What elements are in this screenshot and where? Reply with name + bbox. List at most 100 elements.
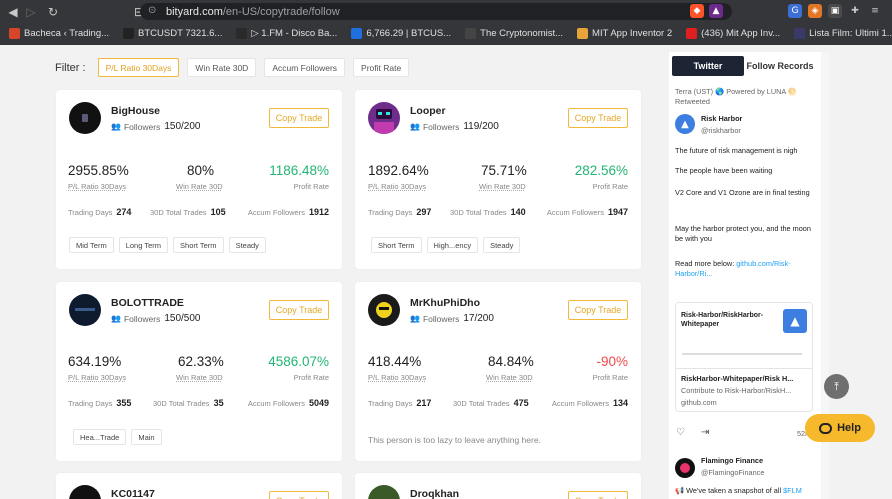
trading-days: Trading Days 355 (68, 398, 132, 408)
copy-trade-button[interactable]: Copy Trade (568, 108, 628, 128)
extensions-puzzle-icon[interactable]: ✚ (848, 4, 862, 18)
tag: Steady (228, 237, 266, 253)
browser-menu-icon[interactable]: ≡ (868, 4, 882, 18)
tweet-text: The people have been waiting (675, 166, 773, 175)
browser-chrome: ◀ ▷ ↻ ⊟ ⊙ bityard.com/en-US/copytrade/fo… (0, 0, 892, 45)
profit-rate-value: 1186.48% (269, 163, 329, 178)
forward-icon[interactable]: ▷ (22, 3, 40, 21)
translate-extension-icon[interactable]: G (788, 4, 802, 18)
filter-chip-pl-ratio[interactable]: P/L Ratio 30Days (97, 58, 180, 77)
pl-ratio-label: P/L Ratio 30Days (368, 373, 427, 382)
users-icon: 👥 (410, 122, 420, 131)
tweet-text: V2 Core and V1 Ozone are in final testin… (675, 188, 810, 197)
avatar (69, 294, 101, 326)
site-info-icon[interactable]: ⊙ (148, 5, 156, 16)
win-rate-label: Win Rate 30D (176, 373, 223, 382)
filter-label: Filter : (55, 61, 86, 74)
link-description: Contribute to Risk-Harbor/RiskH... (681, 386, 792, 395)
flamingo-avatar[interactable] (675, 458, 695, 478)
metamask-extension-icon[interactable]: ◈ (808, 4, 822, 18)
total-trades: 30D Total Trades 140 (450, 207, 526, 217)
like-icon[interactable]: ♡ (676, 427, 685, 438)
total-trades: 30D Total Trades 475 (453, 398, 529, 408)
trader-card: MrKhuPhiDho 👥 Followers 17/200 Copy Trade … (355, 282, 641, 461)
filter-chip-win-rate[interactable]: Win Rate 30D (187, 58, 257, 77)
tag: Hea...Trade (73, 429, 127, 445)
tab-twitter[interactable]: Twitter (672, 56, 744, 76)
share-icon[interactable]: ⇥ (701, 427, 709, 438)
trader-name[interactable]: BOLOTTRADE (111, 297, 184, 309)
copy-trade-button[interactable]: Copy Trade (269, 108, 329, 128)
win-rate-label: Win Rate 30D (486, 373, 533, 382)
tab-follow-records[interactable]: Follow Records (744, 56, 816, 76)
bookmark-item[interactable]: 6,766.29 | BTCUS... (348, 27, 454, 39)
trader-card: BigHouse 👥 Followers 150/200 Copy Trade 29… (56, 90, 342, 269)
trader-name[interactable]: KC01147 (111, 488, 155, 499)
copy-trade-button[interactable]: Copy Trade (269, 300, 329, 320)
help-button[interactable]: Help (805, 414, 875, 442)
link-preview-image: Risk-Harbor/RiskHarbor-Whitepaper ▲ (676, 303, 812, 369)
back-to-top-button[interactable]: ⤒ (824, 374, 849, 399)
filter-chip-accum-followers[interactable]: Accum Followers (264, 58, 346, 77)
trader-name[interactable]: Droqkhan (410, 488, 459, 499)
brave-rewards-icon[interactable]: ▲ (709, 4, 723, 18)
url-path: /en-US/copytrade/follow (222, 5, 340, 18)
tweet-author-handle[interactable]: @FlamingoFinance (701, 468, 811, 478)
tweet-text: Read more below: github.com/Risk-Harbor/… (675, 259, 791, 278)
repo-logo-icon: ▲ (783, 309, 807, 333)
brave-shield-icon[interactable]: ◆ (690, 4, 704, 18)
total-trades: 30D Total Trades 105 (150, 207, 226, 217)
tweet-text: May the harbor protect you, and the moon… (675, 224, 811, 243)
extension-icon[interactable]: ▣ (828, 4, 842, 18)
url-host: bityard.com (166, 5, 223, 18)
trading-days: Trading Days 297 (368, 207, 432, 217)
copy-trade-button[interactable]: Copy Trade (269, 491, 329, 499)
trader-name[interactable]: BigHouse (111, 105, 160, 117)
tag-list: Hea...Trade Main (73, 429, 162, 445)
bookmark-item[interactable]: The Cryptonomist... (462, 27, 566, 39)
pl-ratio-value: 2955.85% (68, 163, 129, 178)
followers-count: 👥 Followers 150/200 (111, 121, 201, 132)
preview-title: Risk-Harbor/RiskHarbor-Whitepaper (681, 312, 764, 328)
pl-ratio-value: 418.44% (368, 354, 422, 369)
bookmark-item[interactable]: BTCUSDT 7321.6... (120, 27, 225, 39)
profit-rate-label: Profit Rate (592, 182, 628, 191)
avatar (368, 294, 400, 326)
sidebar-tabs: Twitter Follow Records (672, 56, 817, 76)
followers-count: 👥 Followers 119/200 (410, 121, 499, 132)
avatar (368, 485, 400, 499)
users-icon: 👥 (111, 314, 121, 323)
tag: High...ency (426, 237, 479, 253)
bookmark-item[interactable]: MIT App Inventor 2 (574, 27, 675, 39)
tweet-author-handle[interactable]: @riskharbor (701, 126, 811, 136)
tweet-author-name[interactable]: Flamingo Finance (701, 456, 811, 466)
trader-bio: This person is too lazy to leave anythin… (368, 435, 541, 445)
filter-chip-profit-rate[interactable]: Profit Rate (353, 58, 410, 77)
bookmark-item[interactable]: Lista Film: Ultimi 1... (791, 27, 892, 39)
risk-harbor-avatar[interactable]: ▲ (675, 114, 695, 134)
users-icon: 👥 (111, 122, 121, 131)
bookmark-item[interactable]: ▷ 1.FM - Disco Ba... (233, 27, 340, 39)
link-preview-card[interactable]: Risk-Harbor/RiskHarbor-Whitepaper ▲ Risk… (675, 302, 813, 412)
trading-days: Trading Days 217 (368, 398, 432, 408)
copy-trade-button[interactable]: Copy Trade (568, 491, 628, 499)
copy-trade-button[interactable]: Copy Trade (568, 300, 628, 320)
accum-followers: Accum Followers 1947 (546, 207, 628, 217)
retweet-line: Terra (UST) 🌎 Powered by LUNA 🌕 Retweete… (675, 87, 797, 106)
trader-name[interactable]: MrKhuPhiDho (410, 297, 480, 309)
tweet-author-name[interactable]: Risk Harbor (701, 114, 811, 124)
trader-card: Looper 👥 Followers 119/200 Copy Trade 1892… (355, 90, 641, 269)
pl-ratio-value: 1892.64% (368, 163, 429, 178)
tag: Steady (483, 237, 521, 253)
back-icon[interactable]: ◀ (4, 3, 22, 21)
avatar (69, 485, 101, 499)
bookmark-item[interactable]: Bacheca ‹ Trading... (6, 27, 112, 39)
profit-rate-label: Profit Rate (592, 373, 628, 382)
trader-name[interactable]: Looper (410, 105, 446, 117)
bookmark-item[interactable]: (436) Mit App Inv... (683, 27, 783, 39)
reload-icon[interactable]: ↻ (44, 3, 62, 21)
tag: Short Term (371, 237, 422, 253)
avatar (69, 102, 101, 134)
profit-rate-value: 282.56% (574, 163, 628, 178)
address-bar[interactable]: ⊙ bityard.com/en-US/copytrade/follow ☆ (140, 3, 732, 20)
